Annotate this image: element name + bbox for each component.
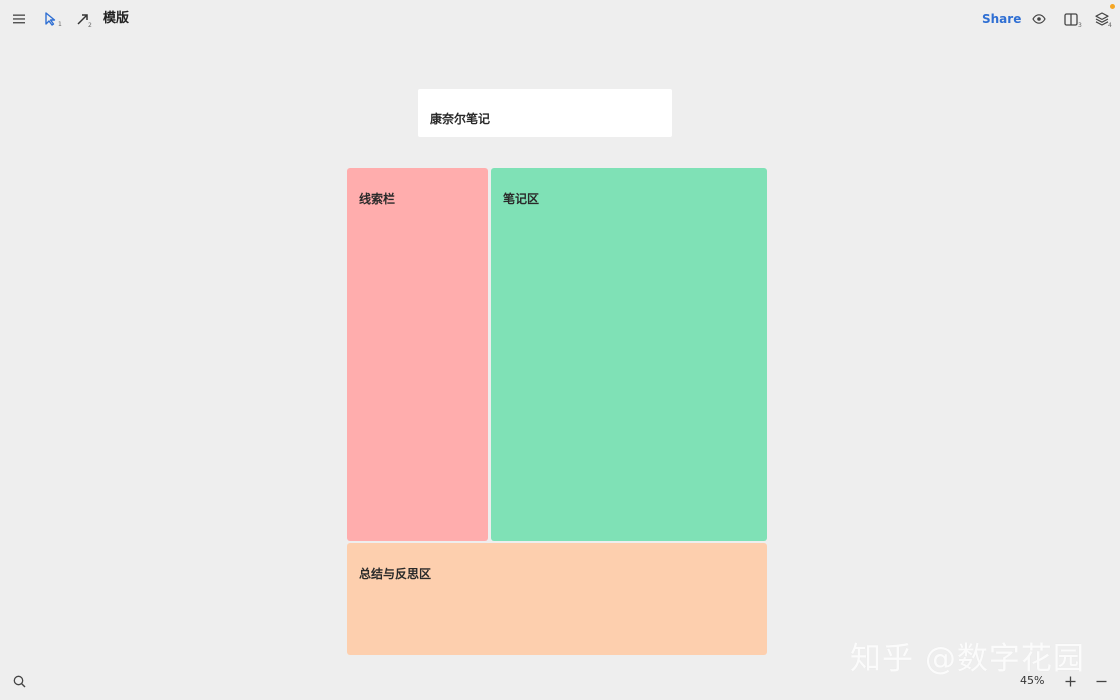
summary-area-label: 总结与反思区 xyxy=(359,567,432,581)
app-window: 1 2 模版 Share 3 4 康奈尔笔记 线索栏 笔记区 总结与反思区 知乎… xyxy=(0,0,1120,700)
summary-area-card[interactable]: 总结与反思区 xyxy=(347,543,767,655)
zoom-out-button[interactable] xyxy=(1091,672,1111,690)
notes-area-label: 笔记区 xyxy=(503,192,540,206)
arrow-icon xyxy=(76,13,88,25)
layers-icon xyxy=(1095,12,1109,26)
arrow-tool-shortcut: 2 xyxy=(88,22,92,29)
minus-icon xyxy=(1096,680,1106,682)
split-view-button[interactable]: 3 xyxy=(1061,10,1082,29)
title-card[interactable]: 康奈尔笔记 xyxy=(418,89,672,137)
search-icon xyxy=(13,675,25,687)
eye-icon xyxy=(1032,14,1046,24)
cue-column-label: 线索栏 xyxy=(359,192,396,206)
layers-shortcut: 4 xyxy=(1108,22,1112,29)
select-tool-button[interactable]: 1 xyxy=(40,10,62,28)
zoom-level[interactable]: 45% xyxy=(1020,673,1044,689)
notification-dot xyxy=(1110,4,1115,9)
plus-icon xyxy=(1065,676,1075,686)
menu-icon xyxy=(13,14,25,24)
menu-button[interactable] xyxy=(9,10,29,28)
watermark: 知乎 @数字花园 xyxy=(850,641,1085,677)
search-button[interactable] xyxy=(9,672,29,690)
cursor-icon xyxy=(45,12,56,26)
select-tool-shortcut: 1 xyxy=(58,21,62,28)
zoom-in-button[interactable] xyxy=(1060,672,1080,690)
cue-column-card[interactable]: 线索栏 xyxy=(347,168,488,541)
notes-area-card[interactable]: 笔记区 xyxy=(491,168,767,541)
arrow-tool-button[interactable]: 2 xyxy=(72,10,92,29)
title-card-label: 康奈尔笔记 xyxy=(430,112,491,126)
document-title[interactable]: 模版 xyxy=(103,10,129,28)
share-button[interactable]: Share xyxy=(982,10,1021,28)
split-view-icon xyxy=(1064,12,1078,26)
preview-button[interactable] xyxy=(1029,10,1049,28)
layers-button[interactable]: 4 xyxy=(1092,4,1115,29)
split-view-shortcut: 3 xyxy=(1078,22,1082,29)
